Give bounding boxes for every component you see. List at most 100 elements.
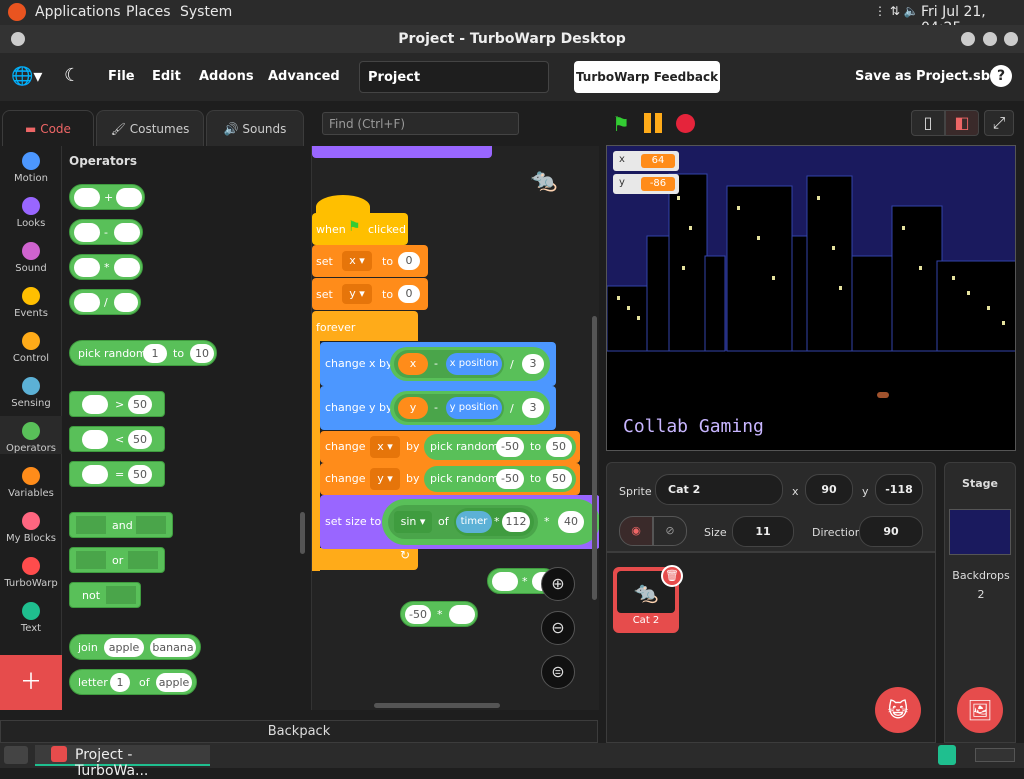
variable-monitor-x[interactable]: x 64 [613, 151, 679, 171]
window-menu-button[interactable] [11, 32, 25, 46]
category-turbowarp[interactable]: TurboWarp [0, 551, 62, 589]
size-input[interactable]: 11 [732, 516, 794, 547]
minimize-button[interactable] [961, 32, 975, 46]
save-as-button[interactable]: Save as Project.sb3 [855, 69, 999, 84]
input-slot[interactable]: banana [150, 638, 196, 657]
variable-reporter[interactable]: x [398, 353, 428, 375]
input-slot[interactable]: 112 [502, 512, 530, 532]
change-variable-x-block[interactable]: change x ▾ by pick random -50 to 50 [320, 431, 580, 463]
fullscreen-icon[interactable]: ⤢ [984, 110, 1014, 136]
letter-of-block[interactable]: letter 1 of apple [69, 669, 197, 695]
moon-icon[interactable]: ☾ [64, 65, 80, 86]
change-variable-y-block[interactable]: change y ▾ by pick random -50 to 50 [320, 463, 580, 495]
script-area[interactable]: 🐀 when ⚑ clicked set x ▾ to 0 set y ▾ to… [311, 146, 599, 710]
add-backdrop-icon[interactable]: 🖼 [957, 687, 1003, 733]
input-slot[interactable]: 40 [558, 511, 584, 533]
y-position-reporter[interactable]: y position [446, 397, 502, 419]
category-variables[interactable]: Variables [0, 461, 62, 499]
set-x-block[interactable]: set x ▾ to 0 [312, 245, 428, 277]
greater-than-block[interactable]: >50 [69, 391, 165, 417]
input-slot[interactable]: -50 [405, 605, 431, 624]
input-slot[interactable]: 50 [128, 430, 152, 449]
stage-target-panel[interactable]: Stage Backdrops 2 🖼 [944, 462, 1016, 743]
tab-sounds[interactable]: 🔊 Sounds [206, 110, 304, 146]
show-sprite-icon[interactable]: ◉ [619, 516, 653, 546]
or-block[interactable]: or [69, 547, 165, 573]
input-slot[interactable]: apple [156, 673, 192, 692]
input-slot[interactable]: apple [104, 638, 144, 657]
backpack-header[interactable]: Backpack [0, 720, 598, 743]
input-slot[interactable]: -50 [496, 437, 524, 457]
zoom-reset-icon[interactable]: ⊜ [541, 655, 575, 689]
and-block[interactable]: and [69, 512, 173, 538]
stop-icon[interactable] [676, 114, 695, 133]
add-sprite-icon[interactable]: 😺 [875, 687, 921, 733]
zoom-in-icon[interactable]: ⊕ [541, 567, 575, 601]
subtract-block[interactable]: - [69, 219, 143, 245]
edit-menu[interactable]: Edit [152, 69, 181, 84]
category-sensing[interactable]: Sensing [0, 371, 62, 409]
pause-icon[interactable] [644, 113, 664, 133]
multiply-reporter-inner[interactable]: timer * 112 [454, 508, 534, 536]
script-horizontal-scrollbar[interactable] [374, 703, 500, 708]
direction-input[interactable]: 90 [859, 516, 923, 547]
change-x-by-block[interactable]: change x by x - x position / 3 [320, 342, 556, 386]
math-function-reporter[interactable]: sin ▾ of timer * 112 [388, 505, 538, 539]
tab-code[interactable]: ▬ Code [2, 110, 94, 146]
loose-multiply-block-2[interactable]: -50 * [400, 601, 478, 627]
stage-canvas[interactable]: x 64 y -86 Collab Gaming [606, 145, 1016, 451]
category-motion[interactable]: Motion [0, 146, 62, 184]
applications-menu[interactable]: Applications [35, 4, 121, 20]
show-desktop-icon[interactable] [4, 746, 28, 764]
input-slot[interactable]: 0 [398, 285, 420, 303]
variable-reporter[interactable]: y [398, 397, 428, 419]
delete-sprite-icon[interactable]: 🗑 [661, 565, 683, 587]
input-slot[interactable]: -50 [496, 469, 524, 489]
join-block[interactable]: join apple banana [69, 634, 201, 660]
equals-block[interactable]: = 50 [69, 461, 165, 487]
add-block[interactable]: + [69, 184, 145, 210]
divide-block[interactable]: / [69, 289, 141, 315]
system-menu[interactable]: System [180, 4, 232, 20]
pick-random-block[interactable]: pick random 1 to 10 [69, 340, 217, 366]
category-my-blocks[interactable]: My Blocks [0, 506, 62, 544]
category-operators[interactable]: Operators [0, 416, 62, 454]
set-y-block[interactable]: set y ▾ to 0 [312, 278, 428, 310]
zoom-out-icon[interactable]: ⊖ [541, 611, 575, 645]
pick-random-reporter[interactable]: pick random -50 to 50 [424, 466, 576, 492]
mouse-sprite[interactable] [877, 392, 889, 398]
palette-scrollbar[interactable] [300, 512, 305, 554]
set-size-block[interactable]: set size to sin ▾ of timer * 112 * 40 [320, 495, 599, 549]
close-button[interactable] [1004, 32, 1018, 46]
script-vertical-scrollbar[interactable] [592, 316, 597, 600]
input-slot[interactable]: 1 [143, 344, 167, 363]
globe-icon[interactable]: 🌐▾ [11, 66, 42, 87]
function-dropdown[interactable]: sin ▾ [394, 511, 432, 533]
divide-reporter[interactable]: x - x position / 3 [390, 347, 550, 381]
forever-block[interactable]: forever [312, 311, 418, 341]
input-slot[interactable]: 10 [190, 344, 214, 363]
when-flag-clicked-block[interactable]: when ⚑ clicked [312, 213, 408, 245]
file-menu[interactable]: File [108, 69, 135, 84]
addons-menu[interactable]: Addons [199, 69, 254, 84]
subtract-reporter[interactable]: x - x position [394, 350, 504, 378]
tray-turbowarp-icon[interactable] [938, 745, 956, 765]
multiply-block[interactable]: * [69, 254, 143, 280]
tray-icons[interactable]: ⋮ ⇅ 🔈 [874, 4, 919, 18]
large-stage-button[interactable]: ◧ [945, 110, 979, 136]
change-y-by-block[interactable]: change y by y - y position / 3 [320, 386, 556, 430]
variable-dropdown[interactable]: x ▾ [370, 436, 400, 458]
places-menu[interactable]: Places [126, 4, 171, 20]
tab-costumes[interactable]: 🖌 Costumes [96, 110, 204, 146]
less-than-block[interactable]: <50 [69, 426, 165, 452]
subtract-reporter[interactable]: y - y position [394, 394, 504, 422]
input-slot[interactable]: 3 [522, 354, 544, 374]
add-extension-button[interactable]: ＋ [0, 655, 62, 710]
variable-dropdown[interactable]: y ▾ [342, 284, 372, 304]
category-looks[interactable]: Looks [0, 191, 62, 229]
pick-random-reporter[interactable]: pick random -50 to 50 [424, 434, 576, 460]
sprite-name-input[interactable]: Cat 2 [655, 474, 783, 505]
multiply-reporter[interactable]: sin ▾ of timer * 112 * 40 [382, 499, 599, 545]
input-slot[interactable]: 3 [522, 398, 544, 418]
small-stage-button[interactable]: ▯ [911, 110, 945, 136]
